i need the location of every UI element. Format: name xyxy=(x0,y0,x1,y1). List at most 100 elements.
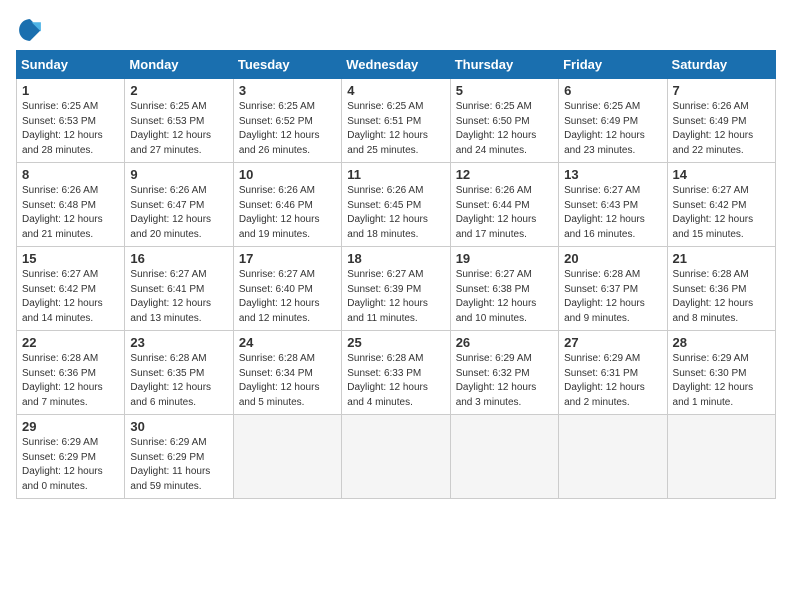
cell-content: Sunrise: 6:28 AMSunset: 6:36 PMDaylight:… xyxy=(22,352,119,410)
cell-content: Sunrise: 6:25 AMSunset: 6:53 PMDaylight:… xyxy=(130,100,227,158)
day-number: 3 xyxy=(239,83,336,98)
cell-content: Sunrise: 6:27 AMSunset: 6:43 PMDaylight:… xyxy=(564,184,661,242)
calendar-cell: 3 Sunrise: 6:25 AMSunset: 6:52 PMDaylight… xyxy=(233,79,341,163)
cell-content: Sunrise: 6:29 AMSunset: 6:29 PMDaylight:… xyxy=(130,436,227,494)
header-friday: Friday xyxy=(559,51,667,79)
day-number: 16 xyxy=(130,251,227,266)
day-number: 10 xyxy=(239,167,336,182)
calendar-cell: 6 Sunrise: 6:25 AMSunset: 6:49 PMDaylight… xyxy=(559,79,667,163)
cell-content: Sunrise: 6:28 AMSunset: 6:36 PMDaylight:… xyxy=(673,268,770,326)
calendar-cell: 24Sunrise: 6:28 AMSunset: 6:34 PMDayligh… xyxy=(233,331,341,415)
calendar-cell: 12 Sunrise: 6:26 AMSunset: 6:44 PMDayligh… xyxy=(450,163,558,247)
cell-content: Sunrise: 6:26 AMSunset: 6:49 PMDaylight:… xyxy=(673,100,770,158)
cell-content: Sunrise: 6:27 AMSunset: 6:38 PMDaylight:… xyxy=(456,268,553,326)
day-number: 26 xyxy=(456,335,553,350)
calendar-cell: 8Sunrise: 6:26 AMSunset: 6:48 PMDaylight… xyxy=(17,163,125,247)
day-number: 6 xyxy=(564,83,661,98)
week-row-5: 29 Sunrise: 6:29 AMSunset: 6:29 PMDayligh… xyxy=(17,415,776,499)
cell-content: Sunrise: 6:26 AMSunset: 6:44 PMDaylight:… xyxy=(456,184,553,242)
cell-content: Sunrise: 6:27 AMSunset: 6:42 PMDaylight:… xyxy=(22,268,119,326)
calendar-cell: 30 Sunrise: 6:29 AMSunset: 6:29 PMDayligh… xyxy=(125,415,233,499)
day-number: 2 xyxy=(130,83,227,98)
calendar-cell: 15 Sunrise: 6:27 AMSunset: 6:42 PMDayligh… xyxy=(17,247,125,331)
day-number: 5 xyxy=(456,83,553,98)
cell-content: Sunrise: 6:29 AMSunset: 6:32 PMDaylight:… xyxy=(456,352,553,410)
calendar-cell: 20Sunrise: 6:28 AMSunset: 6:37 PMDayligh… xyxy=(559,247,667,331)
day-number: 15 xyxy=(22,251,119,266)
day-number: 14 xyxy=(673,167,770,182)
cell-content: Sunrise: 6:25 AMSunset: 6:52 PMDaylight:… xyxy=(239,100,336,158)
day-number: 12 xyxy=(456,167,553,182)
calendar-cell: 14Sunrise: 6:27 AMSunset: 6:42 PMDayligh… xyxy=(667,163,775,247)
calendar-cell xyxy=(667,415,775,499)
calendar-cell: 29 Sunrise: 6:29 AMSunset: 6:29 PMDayligh… xyxy=(17,415,125,499)
cell-content: Sunrise: 6:26 AMSunset: 6:46 PMDaylight:… xyxy=(239,184,336,242)
calendar-cell: 13 Sunrise: 6:27 AMSunset: 6:43 PMDayligh… xyxy=(559,163,667,247)
cell-content: Sunrise: 6:28 AMSunset: 6:35 PMDaylight:… xyxy=(130,352,227,410)
calendar-cell: 19Sunrise: 6:27 AMSunset: 6:38 PMDayligh… xyxy=(450,247,558,331)
cell-content: Sunrise: 6:29 AMSunset: 6:31 PMDaylight:… xyxy=(564,352,661,410)
calendar-cell xyxy=(450,415,558,499)
header-saturday: Saturday xyxy=(667,51,775,79)
header-thursday: Thursday xyxy=(450,51,558,79)
calendar-cell xyxy=(233,415,341,499)
week-row-2: 8Sunrise: 6:26 AMSunset: 6:48 PMDaylight… xyxy=(17,163,776,247)
day-number: 25 xyxy=(347,335,444,350)
week-row-3: 15 Sunrise: 6:27 AMSunset: 6:42 PMDayligh… xyxy=(17,247,776,331)
cell-content: Sunrise: 6:25 AMSunset: 6:53 PMDaylight:… xyxy=(22,100,119,158)
calendar-cell: 2 Sunrise: 6:25 AMSunset: 6:53 PMDaylight… xyxy=(125,79,233,163)
day-number: 17 xyxy=(239,251,336,266)
day-number: 27 xyxy=(564,335,661,350)
day-number: 11 xyxy=(347,167,444,182)
cell-content: Sunrise: 6:27 AMSunset: 6:40 PMDaylight:… xyxy=(239,268,336,326)
day-number: 4 xyxy=(347,83,444,98)
day-number: 9 xyxy=(130,167,227,182)
logo xyxy=(16,16,48,44)
calendar-cell: 26 Sunrise: 6:29 AMSunset: 6:32 PMDayligh… xyxy=(450,331,558,415)
day-number: 20 xyxy=(564,251,661,266)
calendar-cell: 22Sunrise: 6:28 AMSunset: 6:36 PMDayligh… xyxy=(17,331,125,415)
cell-content: Sunrise: 6:27 AMSunset: 6:41 PMDaylight:… xyxy=(130,268,227,326)
cell-content: Sunrise: 6:25 AMSunset: 6:50 PMDaylight:… xyxy=(456,100,553,158)
calendar-cell: 27 Sunrise: 6:29 AMSunset: 6:31 PMDayligh… xyxy=(559,331,667,415)
cell-content: Sunrise: 6:25 AMSunset: 6:49 PMDaylight:… xyxy=(564,100,661,158)
cell-content: Sunrise: 6:26 AMSunset: 6:47 PMDaylight:… xyxy=(130,184,227,242)
header-wednesday: Wednesday xyxy=(342,51,450,79)
cell-content: Sunrise: 6:26 AMSunset: 6:45 PMDaylight:… xyxy=(347,184,444,242)
day-number: 23 xyxy=(130,335,227,350)
logo-icon xyxy=(16,16,44,44)
day-number: 21 xyxy=(673,251,770,266)
calendar-cell: 4Sunrise: 6:25 AMSunset: 6:51 PMDaylight… xyxy=(342,79,450,163)
calendar-cell: 11 Sunrise: 6:26 AMSunset: 6:45 PMDayligh… xyxy=(342,163,450,247)
calendar-cell: 5 Sunrise: 6:25 AMSunset: 6:50 PMDaylight… xyxy=(450,79,558,163)
day-number: 29 xyxy=(22,419,119,434)
header-row: SundayMondayTuesdayWednesdayThursdayFrid… xyxy=(17,51,776,79)
week-row-1: 1Sunrise: 6:25 AMSunset: 6:53 PMDaylight… xyxy=(17,79,776,163)
calendar-cell: 7Sunrise: 6:26 AMSunset: 6:49 PMDaylight… xyxy=(667,79,775,163)
day-number: 28 xyxy=(673,335,770,350)
day-number: 13 xyxy=(564,167,661,182)
calendar-cell: 9 Sunrise: 6:26 AMSunset: 6:47 PMDaylight… xyxy=(125,163,233,247)
cell-content: Sunrise: 6:29 AMSunset: 6:29 PMDaylight:… xyxy=(22,436,119,494)
calendar-cell: 25 Sunrise: 6:28 AMSunset: 6:33 PMDayligh… xyxy=(342,331,450,415)
day-number: 8 xyxy=(22,167,119,182)
day-number: 18 xyxy=(347,251,444,266)
week-row-4: 22Sunrise: 6:28 AMSunset: 6:36 PMDayligh… xyxy=(17,331,776,415)
header-sunday: Sunday xyxy=(17,51,125,79)
header-tuesday: Tuesday xyxy=(233,51,341,79)
calendar-cell: 16 Sunrise: 6:27 AMSunset: 6:41 PMDayligh… xyxy=(125,247,233,331)
calendar-cell: 28 Sunrise: 6:29 AMSunset: 6:30 PMDayligh… xyxy=(667,331,775,415)
calendar-cell: 17 Sunrise: 6:27 AMSunset: 6:40 PMDayligh… xyxy=(233,247,341,331)
calendar-cell: 21 Sunrise: 6:28 AMSunset: 6:36 PMDayligh… xyxy=(667,247,775,331)
calendar-cell xyxy=(559,415,667,499)
header-monday: Monday xyxy=(125,51,233,79)
calendar-table: SundayMondayTuesdayWednesdayThursdayFrid… xyxy=(16,50,776,499)
cell-content: Sunrise: 6:27 AMSunset: 6:39 PMDaylight:… xyxy=(347,268,444,326)
cell-content: Sunrise: 6:29 AMSunset: 6:30 PMDaylight:… xyxy=(673,352,770,410)
calendar-cell: 23 Sunrise: 6:28 AMSunset: 6:35 PMDayligh… xyxy=(125,331,233,415)
day-number: 24 xyxy=(239,335,336,350)
page-header xyxy=(16,16,776,44)
cell-content: Sunrise: 6:28 AMSunset: 6:33 PMDaylight:… xyxy=(347,352,444,410)
day-number: 30 xyxy=(130,419,227,434)
calendar-cell xyxy=(342,415,450,499)
